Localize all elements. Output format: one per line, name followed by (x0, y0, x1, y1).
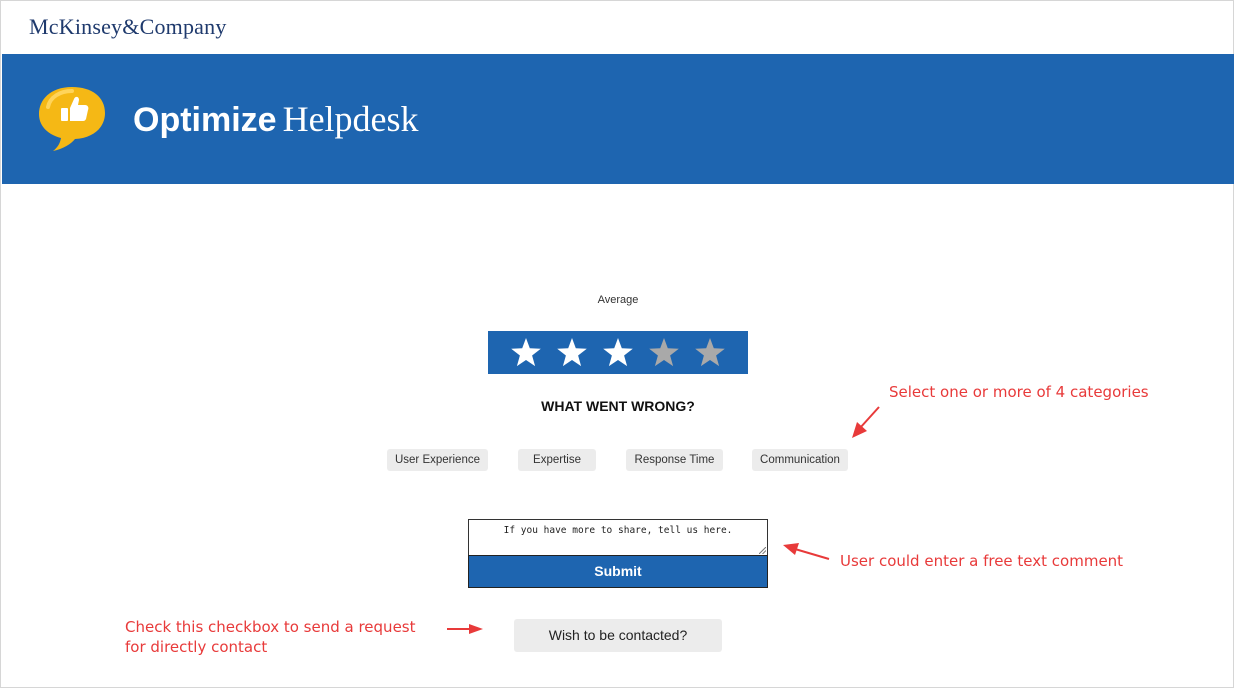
star-icon (649, 338, 679, 367)
star-4[interactable] (641, 331, 687, 374)
star-icon (695, 338, 725, 367)
star-1[interactable] (503, 331, 549, 374)
comment-textarea[interactable] (469, 520, 767, 555)
wish-to-be-contacted-checkbox[interactable]: Wish to be contacted? (514, 619, 722, 652)
thumbs-up-speech-bubble-icon (39, 87, 105, 151)
page-frame: McKinsey&Company Optimize Helpdesk Averag… (0, 0, 1234, 688)
star-icon (557, 338, 587, 367)
header-banner: Optimize Helpdesk (2, 54, 1234, 184)
annotation-arrow-icon (447, 624, 483, 634)
category-response-time-button[interactable]: Response Time (626, 449, 723, 471)
resize-grip-icon[interactable] (759, 547, 766, 554)
star-3[interactable] (595, 331, 641, 374)
brand-logo-text: McKinsey&Company (29, 14, 227, 39)
annotation-categories: Select one or more of 4 categories (889, 383, 1149, 401)
app-title: Optimize Helpdesk (133, 98, 419, 140)
star-icon (603, 338, 633, 367)
category-expertise-button[interactable]: Expertise (518, 449, 596, 471)
annotation-arrow-icon (783, 543, 830, 560)
annotation-comment: User could enter a free text comment (840, 552, 1124, 570)
category-communication-button[interactable]: Communication (752, 449, 848, 471)
star-5[interactable] (687, 331, 733, 374)
app-title-bold: Optimize (133, 101, 277, 139)
category-user-experience-button[interactable]: User Experience (387, 449, 488, 471)
annotation-arrow-icon (852, 406, 880, 438)
rating-label: Average (597, 294, 639, 306)
comment-field[interactable] (468, 519, 768, 555)
star-2[interactable] (549, 331, 595, 374)
annotation-contact: Check this checkbox to send a request fo… (125, 618, 416, 656)
submit-button[interactable]: Submit (468, 555, 768, 588)
app-title-light: Helpdesk (282, 99, 419, 139)
star-rating[interactable] (488, 331, 748, 374)
star-icon (511, 338, 541, 367)
